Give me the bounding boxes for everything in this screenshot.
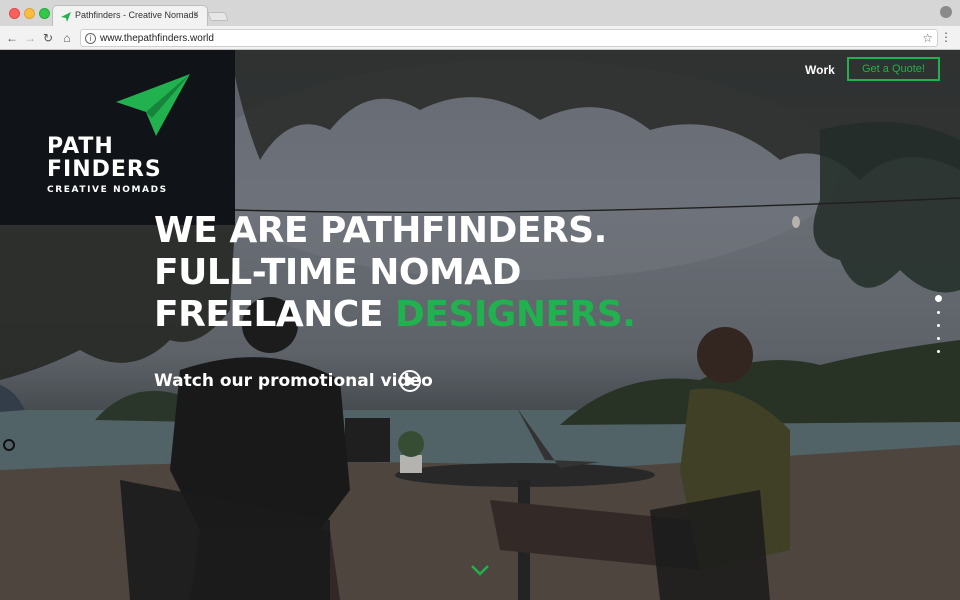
profile-icon[interactable] (940, 6, 952, 18)
headline-line-3-plain: FREELANCE (154, 294, 395, 335)
get-a-quote-button[interactable]: Get a Quote! (847, 57, 940, 81)
slider-dot-1[interactable] (935, 295, 942, 302)
home-icon[interactable]: ⌂ (59, 30, 75, 46)
play-icon[interactable] (399, 370, 421, 392)
slider-dot-2[interactable] (937, 311, 940, 314)
address-bar[interactable]: i www.thepathfinders.world ☆ (80, 29, 938, 47)
paper-plane-logo-icon (116, 74, 190, 136)
minimize-window-button[interactable] (24, 8, 35, 19)
hero-headline: WE ARE PATHFINDERS. FULL-TIME NOMAD FREE… (154, 210, 636, 336)
site-info-icon[interactable]: i (85, 33, 96, 44)
headline-line-2: FULL-TIME NOMAD (154, 252, 522, 293)
logo-text-finders: FINDERS (47, 157, 162, 182)
tab-close-icon[interactable]: × (193, 9, 199, 20)
logo-text-path: PATH (47, 134, 114, 159)
browser-toolbar: ← → ↻ ⌂ i www.thepathfinders.world ☆ ⋮ (0, 26, 960, 50)
new-tab-button[interactable] (207, 12, 229, 21)
maximize-window-button[interactable] (39, 8, 50, 19)
promo-video-link[interactable]: Watch our promotional video (154, 371, 433, 391)
star-icon[interactable]: ☆ (922, 31, 933, 45)
browser-tab[interactable]: Pathfinders - Creative Nomads × (52, 5, 208, 27)
url-text[interactable]: www.thepathfinders.world (100, 33, 214, 44)
back-arrow-icon[interactable]: ← (4, 30, 20, 46)
logo-tagline: CREATIVE NOMADS (47, 185, 168, 195)
slider-dot-4[interactable] (937, 337, 940, 340)
tab-title: Pathfinders - Creative Nomads (75, 10, 199, 20)
headline-line-1: WE ARE PATHFINDERS. (154, 210, 607, 251)
forward-arrow-icon[interactable]: → (22, 30, 38, 46)
headline-line-3: FREELANCE DESIGNERS. (154, 294, 636, 336)
headline-accent-designers: DESIGNERS. (394, 294, 636, 335)
chevron-down-icon[interactable] (470, 564, 490, 576)
menu-dots-icon[interactable]: ⋮ (940, 30, 952, 44)
browser-chrome: Pathfinders - Creative Nomads × ← → ↻ ⌂ … (0, 0, 960, 50)
slider-dot-3[interactable] (937, 324, 940, 327)
site-logo[interactable]: PATH FINDERS CREATIVE NOMADS (0, 50, 235, 225)
slider-dot-5[interactable] (937, 350, 940, 353)
tab-bar: Pathfinders - Creative Nomads × (0, 0, 960, 27)
nav-work-link[interactable]: Work (805, 63, 835, 77)
hero-section: PATH FINDERS CREATIVE NOMADS Work Get a … (0, 50, 960, 600)
reload-icon[interactable]: ↻ (40, 30, 56, 46)
pathfinders-favicon-icon (61, 12, 71, 22)
close-window-button[interactable] (9, 8, 20, 19)
